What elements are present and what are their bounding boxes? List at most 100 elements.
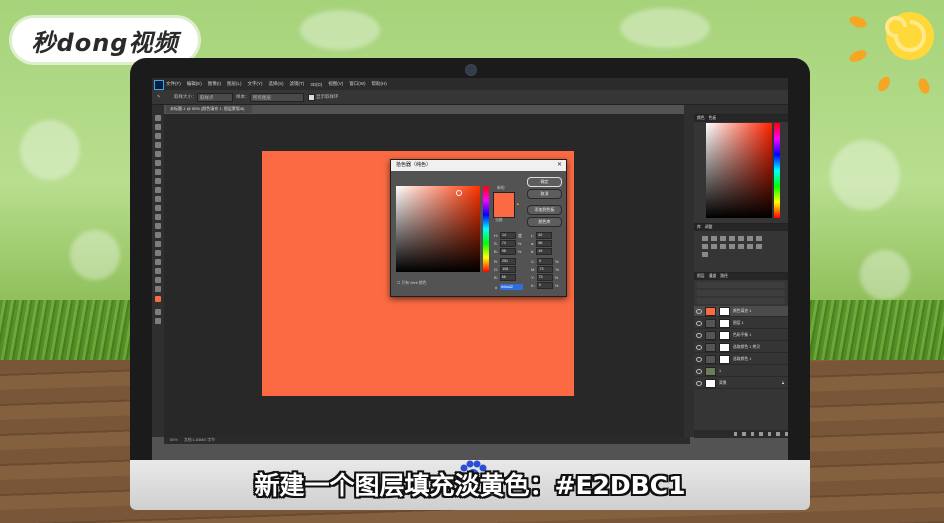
h-field[interactable]: 14 — [500, 232, 516, 239]
document-tab[interactable]: 未标题-1 @ 50% (颜色填充 1, 图层蒙版/8) — [166, 105, 252, 113]
color-panel-hue[interactable] — [774, 123, 780, 218]
blue-field[interactable]: 66 — [499, 274, 516, 281]
shape-tool-icon[interactable] — [155, 268, 161, 274]
cancel-button[interactable]: 取消 — [527, 189, 562, 199]
menu-3d[interactable]: 3D(D) — [310, 82, 322, 87]
visibility-eye-icon[interactable] — [696, 356, 702, 362]
hue-slider[interactable] — [483, 186, 489, 272]
dodge-tool-icon[interactable] — [155, 232, 161, 238]
add-to-swatches-button[interactable]: 添加到色板 — [527, 205, 562, 215]
new-adjustment-icon[interactable] — [759, 432, 763, 436]
brush-tool-icon[interactable] — [155, 178, 161, 184]
blend-mode-bar[interactable] — [697, 290, 785, 296]
gradient-tool-icon[interactable] — [155, 214, 161, 220]
quick-select-tool-icon[interactable] — [155, 142, 161, 148]
menu-type[interactable]: 文字(Y) — [248, 81, 263, 87]
tab-channels[interactable]: 通道 — [709, 273, 717, 280]
color-balance-icon[interactable] — [756, 236, 762, 241]
menu-filter[interactable]: 滤镜(T) — [290, 81, 305, 87]
marquee-tool-icon[interactable] — [155, 124, 161, 130]
clone-stamp-tool-icon[interactable] — [155, 187, 161, 193]
lasso-tool-icon[interactable] — [155, 133, 161, 139]
link-layers-icon[interactable] — [734, 432, 738, 436]
blur-tool-icon[interactable] — [155, 223, 161, 229]
visibility-eye-icon[interactable] — [696, 344, 702, 350]
history-brush-tool-icon[interactable] — [155, 196, 161, 202]
fx-icon[interactable] — [742, 432, 746, 436]
zoom-tool-icon[interactable] — [155, 286, 161, 292]
layer-row[interactable]: 图层 1 — [694, 318, 788, 329]
visibility-eye-icon[interactable] — [696, 308, 702, 314]
ok-button[interactable]: 确定 — [527, 177, 562, 187]
selective-color-icon[interactable] — [702, 252, 708, 257]
brightness-icon[interactable] — [702, 236, 708, 241]
y-field[interactable]: 73 — [536, 274, 553, 281]
add-mask-icon[interactable] — [750, 432, 755, 436]
c-field[interactable]: 0 — [537, 258, 553, 265]
hue-sat-icon[interactable] — [747, 236, 753, 241]
color-panel-field[interactable] — [706, 123, 772, 218]
a-field[interactable]: 56 — [536, 240, 553, 247]
quick-mask-icon[interactable] — [155, 309, 161, 315]
hand-tool-icon[interactable] — [155, 277, 161, 283]
tab-layers[interactable]: 图层 — [697, 273, 705, 280]
show-ring-checkbox[interactable] — [308, 94, 315, 101]
pen-tool-icon[interactable] — [155, 241, 161, 247]
saturation-brightness-field[interactable] — [396, 186, 480, 272]
b-field[interactable]: 98 — [499, 248, 516, 255]
s-field[interactable]: 74 — [499, 240, 516, 247]
tab-libraries[interactable]: 库 — [697, 224, 701, 231]
bw-icon[interactable] — [702, 244, 708, 249]
lock-bar[interactable] — [697, 298, 785, 304]
eyedropper-tool-icon[interactable] — [155, 160, 161, 166]
new-layer-icon[interactable] — [776, 432, 780, 436]
m-field[interactable]: 73 — [537, 266, 554, 273]
layer-row[interactable]: 颜色填充 1 — [694, 306, 788, 317]
hex-input[interactable]: fb6a42 — [500, 284, 524, 290]
crop-tool-icon[interactable] — [155, 151, 161, 157]
k-field[interactable]: 0 — [536, 282, 553, 289]
sample-size-select[interactable]: 取样点 — [197, 93, 233, 102]
visibility-eye-icon[interactable] — [696, 320, 702, 326]
menu-layer[interactable]: 图层(L) — [227, 81, 242, 87]
curves-icon[interactable] — [720, 236, 726, 241]
tab-adjustments[interactable]: 调整 — [705, 224, 713, 231]
layer-row[interactable]: 背景 🔒︎ — [694, 378, 788, 389]
layer-row[interactable]: 色彩平衡 1 — [694, 330, 788, 341]
exposure-icon[interactable] — [729, 236, 735, 241]
healing-brush-tool-icon[interactable] — [155, 169, 161, 175]
invert-icon[interactable] — [729, 244, 735, 249]
close-icon[interactable]: ✕ — [557, 160, 562, 171]
type-tool-icon[interactable] — [155, 250, 161, 256]
tab-swatches[interactable]: 色板 — [709, 115, 717, 122]
color-cursor[interactable] — [456, 190, 462, 196]
visibility-eye-icon[interactable] — [696, 368, 702, 374]
eyedropper-tool-icon[interactable]: ✎ — [157, 94, 161, 100]
path-select-tool-icon[interactable] — [155, 259, 161, 265]
layer-filter-bar[interactable] — [697, 282, 785, 288]
channel-mixer-icon[interactable] — [720, 244, 726, 249]
layer-row[interactable]: 选取颜色 1 — [694, 354, 788, 365]
vibrance-icon[interactable] — [738, 236, 744, 241]
gradient-map-icon[interactable] — [756, 244, 762, 249]
zoom-level[interactable]: 50% — [170, 438, 178, 442]
visibility-eye-icon[interactable] — [696, 380, 702, 386]
lab-b-field[interactable]: 49 — [536, 248, 553, 255]
menu-select[interactable]: 选择(S) — [269, 81, 284, 87]
g-field[interactable]: 106 — [500, 266, 517, 273]
gamut-warning-icon[interactable]: ▲ — [516, 202, 520, 206]
layer-row[interactable]: 选取颜色 1 拷贝 — [694, 342, 788, 353]
menu-edit[interactable]: 编辑(E) — [187, 81, 202, 87]
levels-icon[interactable] — [711, 236, 717, 241]
menu-image[interactable]: 图像(I) — [208, 81, 221, 87]
threshold-icon[interactable] — [747, 244, 753, 249]
move-tool-icon[interactable] — [155, 115, 161, 121]
l-field[interactable]: 62 — [536, 232, 553, 239]
sample-select[interactable]: 所有图层 — [250, 93, 304, 102]
new-group-icon[interactable] — [767, 432, 772, 436]
photo-filter-icon[interactable] — [711, 244, 717, 249]
eraser-tool-icon[interactable] — [155, 205, 161, 211]
menu-window[interactable]: 窗口(W) — [349, 81, 365, 87]
trash-icon[interactable] — [784, 432, 788, 436]
foreground-color-swatch[interactable] — [155, 296, 161, 302]
